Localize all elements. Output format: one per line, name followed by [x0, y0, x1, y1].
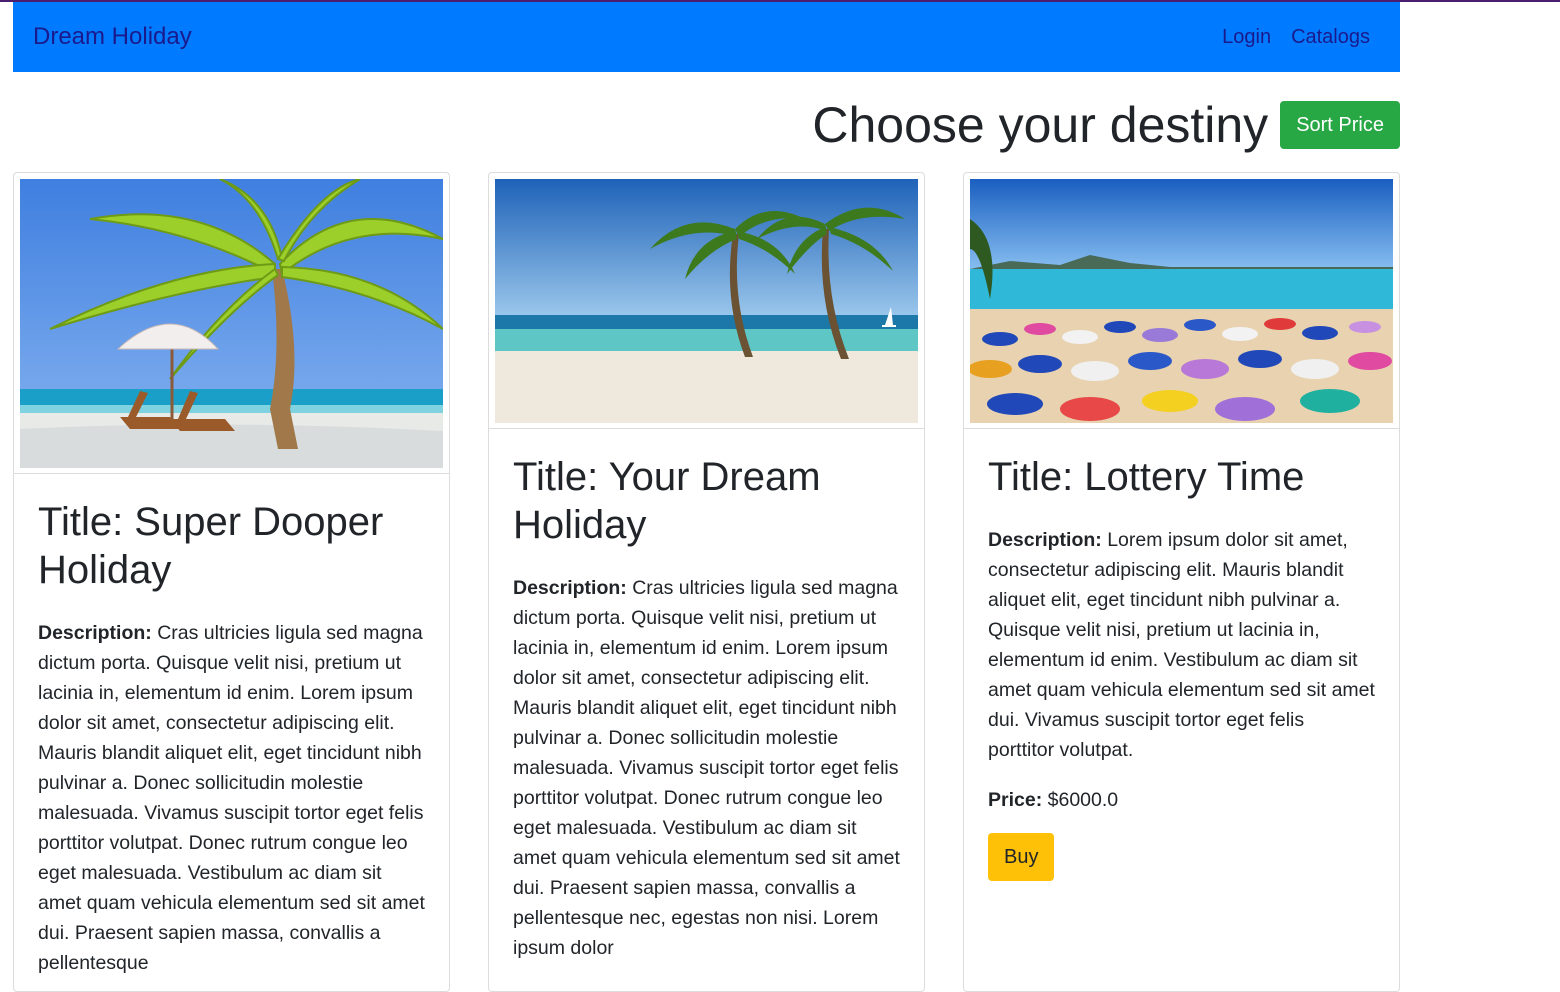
sort-price-button[interactable]: Sort Price — [1280, 101, 1400, 149]
holiday-card: Title: Super Dooper Holiday Description:… — [13, 172, 450, 992]
page-header: Choose your destiny Sort Price — [13, 80, 1400, 170]
description-text: Lorem ipsum dolor sit amet, consectetur … — [988, 529, 1375, 761]
holiday-card: Title: Your Dream Holiday Description: C… — [488, 172, 925, 992]
card-body: Title: Lottery Time Description: Lorem i… — [964, 429, 1399, 881]
description-label: Description: — [38, 622, 152, 644]
nav-links: Login Catalogs — [1222, 26, 1370, 49]
card-body: Title: Super Dooper Holiday Description:… — [14, 474, 449, 978]
beach-palm-umbrella-image — [20, 179, 443, 468]
buy-button[interactable]: Buy — [988, 833, 1055, 881]
nav-catalogs-link[interactable]: Catalogs — [1291, 26, 1370, 49]
card-price: Price: $6000.0 — [988, 785, 1375, 815]
card-title: Title: Super Dooper Holiday — [38, 500, 384, 592]
description-text: Cras ultricies ligula sed magna dictum p… — [38, 622, 425, 974]
card-description: Description: Cras ultricies ligula sed m… — [513, 573, 900, 963]
price-value: $6000.0 — [1047, 789, 1119, 811]
description-label: Description: — [513, 577, 627, 599]
card-body: Title: Your Dream Holiday Description: C… — [489, 429, 924, 963]
nav-login-link[interactable]: Login — [1222, 26, 1271, 49]
beach-two-palms-image — [495, 179, 918, 423]
card-image-frame — [489, 173, 924, 429]
card-description: Description: Lorem ipsum dolor sit amet,… — [988, 525, 1375, 765]
description-label: Description: — [988, 529, 1102, 551]
page-title: Choose your destiny — [812, 97, 1269, 153]
description-text: Cras ultricies ligula sed magna dictum p… — [513, 577, 900, 959]
holiday-card: Title: Lottery Time Description: Lorem i… — [963, 172, 1400, 992]
card-title: Title: Lottery Time — [988, 455, 1305, 499]
card-title: Title: Your Dream Holiday — [513, 455, 821, 547]
card-image-frame — [964, 173, 1399, 429]
price-label: Price: — [988, 789, 1043, 811]
brand-link[interactable]: Dream Holiday — [33, 23, 192, 51]
card-image-frame — [14, 173, 449, 474]
navbar: Dream Holiday Login Catalogs — [13, 2, 1400, 72]
card-description: Description: Cras ultricies ligula sed m… — [38, 618, 425, 978]
crowded-beach-umbrellas-image — [970, 179, 1393, 423]
